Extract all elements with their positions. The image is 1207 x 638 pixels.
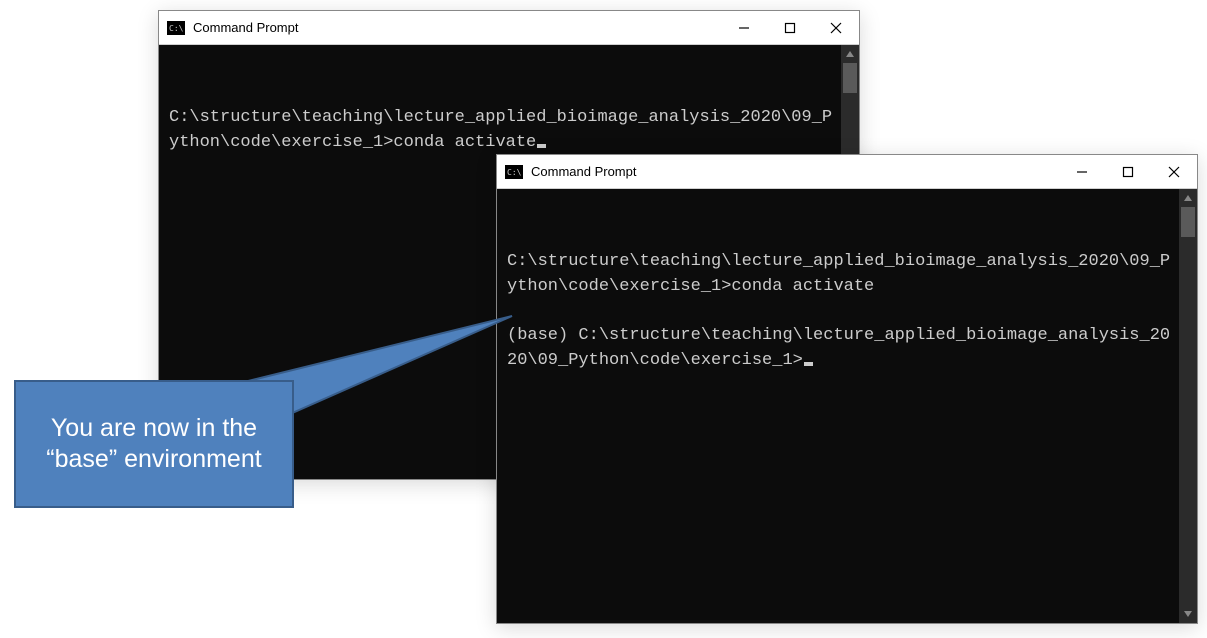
- maximize-button[interactable]: [1105, 155, 1151, 189]
- maximize-button[interactable]: [767, 11, 813, 45]
- titlebar[interactable]: C:\ Command Prompt: [497, 155, 1197, 189]
- minimize-button[interactable]: [721, 11, 767, 45]
- window-title: Command Prompt: [193, 20, 298, 35]
- vertical-scrollbar[interactable]: [1179, 189, 1197, 623]
- console-text-content: C:\structure\teaching\lecture_applied_bi…: [507, 252, 1170, 370]
- window-title: Command Prompt: [531, 164, 636, 179]
- text-cursor: [537, 144, 546, 148]
- scroll-thumb[interactable]: [1181, 207, 1195, 237]
- scroll-thumb[interactable]: [843, 63, 857, 93]
- command-prompt-window-2: C:\ Command Prompt C:\structure\teaching…: [496, 154, 1198, 624]
- cmd-icon: C:\: [505, 164, 523, 180]
- text-cursor: [804, 362, 813, 366]
- cmd-icon: C:\: [167, 20, 185, 36]
- svg-text:C:\: C:\: [169, 24, 184, 33]
- minimize-button[interactable]: [1059, 155, 1105, 189]
- console-area[interactable]: C:\structure\teaching\lecture_applied_bi…: [497, 189, 1197, 623]
- scroll-up-arrow[interactable]: [841, 45, 859, 63]
- close-button[interactable]: [813, 11, 859, 45]
- titlebar[interactable]: C:\ Command Prompt: [159, 11, 859, 45]
- scroll-up-arrow[interactable]: [1179, 189, 1197, 207]
- console-output: C:\structure\teaching\lecture_applied_bi…: [497, 189, 1179, 623]
- close-button[interactable]: [1151, 155, 1197, 189]
- scroll-down-arrow[interactable]: [1179, 605, 1197, 623]
- svg-text:C:\: C:\: [507, 168, 522, 177]
- annotation-callout: You are now in the “base” environment: [14, 380, 294, 508]
- callout-text: You are now in the “base” environment: [30, 413, 278, 476]
- scroll-track[interactable]: [1179, 207, 1197, 605]
- console-text-content: C:\structure\teaching\lecture_applied_bi…: [169, 108, 832, 152]
